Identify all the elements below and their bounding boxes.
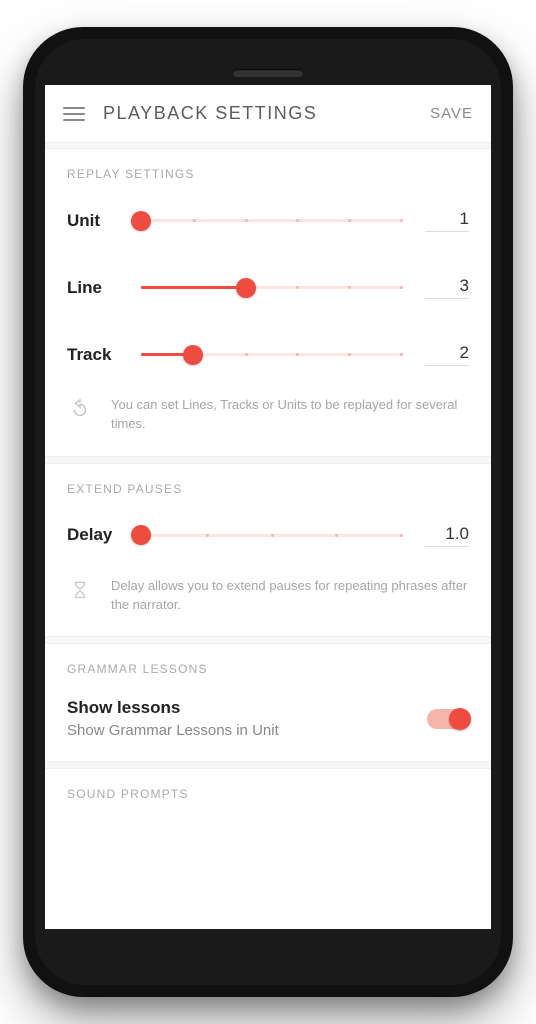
slider-row-unit: Unit 1 [45, 187, 491, 254]
delay-slider[interactable] [141, 525, 403, 545]
menu-icon[interactable] [63, 107, 85, 121]
slider-row-line: Line 3 [45, 254, 491, 321]
app-screen: PLAYBACK SETTINGS SAVE REPLAY SETTINGS U… [45, 85, 491, 929]
unit-value[interactable]: 1 [425, 209, 469, 232]
replay-icon [67, 396, 93, 420]
slider-row-delay: Delay 1.0 [45, 502, 491, 569]
delay-hint-text: Delay allows you to extend pauses for re… [111, 577, 469, 615]
replay-hint: You can set Lines, Tracks or Units to be… [45, 388, 491, 456]
slider-label-unit: Unit [67, 211, 141, 231]
phone-frame: PLAYBACK SETTINGS SAVE REPLAY SETTINGS U… [23, 27, 513, 997]
section-header-extend: EXTEND PAUSES [45, 464, 491, 502]
slider-row-track: Track 2 [45, 321, 491, 388]
section-header-replay: REPLAY SETTINGS [45, 149, 491, 187]
appbar: PLAYBACK SETTINGS SAVE [45, 85, 491, 143]
line-slider[interactable] [141, 278, 403, 298]
grammar-toggle-title: Show lessons [67, 698, 427, 718]
replay-hint-text: You can set Lines, Tracks or Units to be… [111, 396, 469, 434]
line-value[interactable]: 3 [425, 276, 469, 299]
content-scroll[interactable]: REPLAY SETTINGS Unit 1 [45, 143, 491, 929]
grammar-toggle-subtitle: Show Grammar Lessons in Unit [67, 722, 427, 739]
phone-speaker [233, 69, 303, 77]
track-slider[interactable] [141, 345, 403, 365]
slider-label-delay: Delay [67, 525, 141, 545]
section-header-grammar: GRAMMAR LESSONS [45, 644, 491, 682]
slider-label-line: Line [67, 278, 141, 298]
unit-slider[interactable] [141, 211, 403, 231]
grammar-toggle-row: Show lessons Show Grammar Lessons in Uni… [45, 682, 491, 761]
slider-label-track: Track [67, 345, 141, 365]
section-header-sound: SOUND PROMPTS [45, 769, 491, 807]
track-value[interactable]: 2 [425, 343, 469, 366]
save-button[interactable]: SAVE [430, 105, 473, 122]
page-title: PLAYBACK SETTINGS [85, 103, 430, 124]
hourglass-icon [67, 577, 93, 601]
section-divider [45, 456, 491, 464]
grammar-toggle[interactable] [427, 709, 469, 729]
delay-hint: Delay allows you to extend pauses for re… [45, 569, 491, 637]
delay-value[interactable]: 1.0 [425, 524, 469, 547]
section-divider [45, 636, 491, 644]
section-divider [45, 761, 491, 769]
